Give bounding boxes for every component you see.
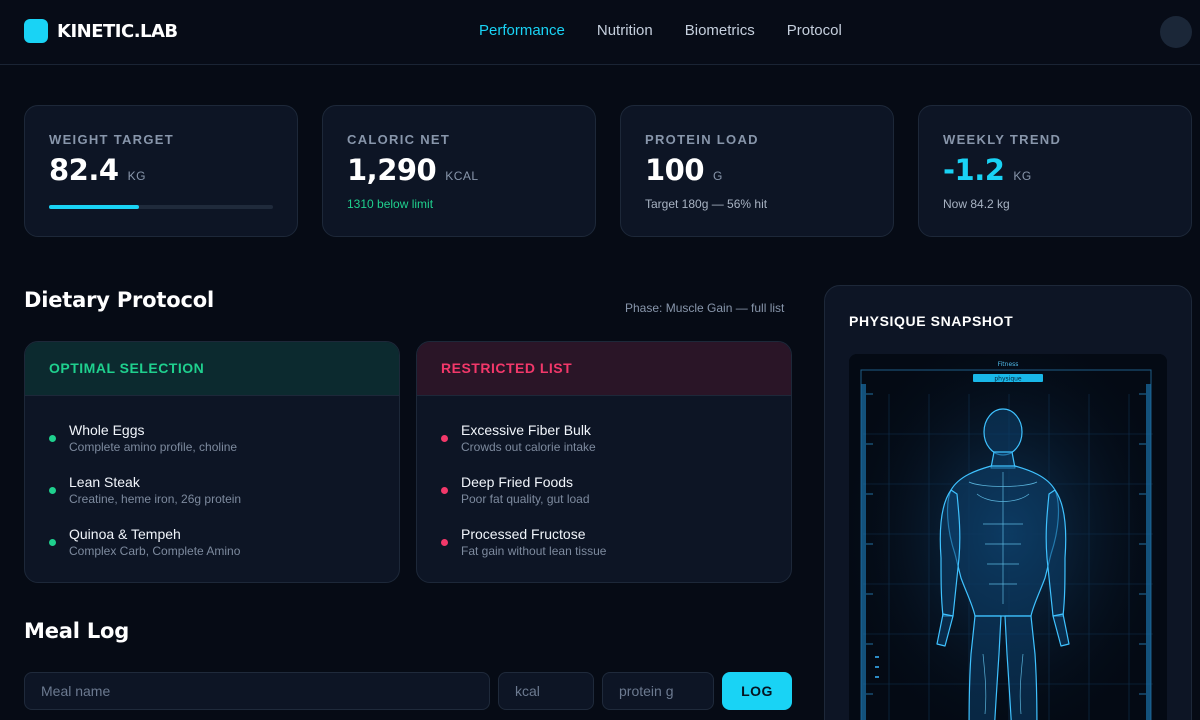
item-subtitle: Fat gain without lean tissue [461, 544, 607, 558]
item-title: Whole Eggs [69, 422, 145, 438]
green-dot-icon [49, 435, 56, 442]
nav-protocol[interactable]: Protocol [787, 22, 842, 39]
nav-biometrics[interactable]: Biometrics [685, 22, 755, 39]
brand-logo[interactable]: KINETIC.LAB [24, 19, 178, 43]
physique-snapshot-title: PHYSIQUE SNAPSHOT [849, 313, 1014, 329]
item-subtitle: Poor fat quality, gut load [461, 492, 590, 506]
kcal-input[interactable] [498, 672, 594, 710]
stat-card-weekly-trend: WEEKLY TREND -1.2 KG Now 84.2 kg [918, 105, 1192, 237]
log-meal-button[interactable]: LOG [722, 672, 792, 710]
item-title: Deep Fried Foods [461, 474, 574, 490]
top-bar: KINETIC.LAB Performance Nutrition Biomet… [0, 0, 1200, 65]
green-dot-icon [49, 487, 56, 494]
stat-label: WEEKLY TREND [943, 132, 1062, 147]
physique-scan-image: Fitness physique [849, 354, 1167, 720]
user-avatar[interactable] [1160, 16, 1192, 48]
protein-input[interactable] [602, 672, 714, 710]
brand-name: KINETIC.LAB [57, 20, 178, 42]
restricted-list-header: RESTRICTED LIST [417, 342, 791, 396]
item-subtitle: Complete amino profile, choline [69, 440, 238, 454]
scan-caption: Fitness [998, 361, 1019, 368]
stat-value: 1,290 [347, 153, 437, 187]
stat-subtext: Now 84.2 kg [943, 197, 1010, 211]
main-nav: Performance Nutrition Biometrics Protoco… [479, 22, 874, 39]
optimal-selection-header: OPTIMAL SELECTION [25, 342, 399, 396]
list-item: Lean Steak Creatine, heme iron, 26g prot… [49, 474, 375, 526]
list-item: Processed Fructose Fat gain without lean… [441, 526, 767, 578]
item-title: Processed Fructose [461, 526, 586, 542]
meal-log-title: Meal Log [24, 619, 130, 643]
stat-unit: G [713, 169, 723, 183]
stat-value: 100 [645, 153, 705, 187]
red-dot-icon [441, 539, 448, 546]
stat-subtext: Target 180g — 56% hit [645, 197, 768, 211]
list-item: Quinoa & Tempeh Complex Carb, Complete A… [49, 526, 375, 578]
stat-unit: KG [1013, 169, 1032, 183]
restricted-list-card: RESTRICTED LIST Excessive Fiber Bulk Cro… [416, 341, 792, 583]
item-title: Lean Steak [69, 474, 140, 490]
logo-icon [24, 19, 48, 43]
phase-note: Phase: Muscle Gain — full list [625, 301, 785, 315]
list-item: Whole Eggs Complete amino profile, choli… [49, 422, 375, 474]
stat-subtext: 1310 below limit [347, 197, 434, 211]
red-dot-icon [441, 435, 448, 442]
stat-label: CALORIC NET [347, 132, 451, 147]
stat-value: -1.2 [943, 153, 1005, 187]
stat-card-protein-load: PROTEIN LOAD 100 G Target 180g — 56% hit [620, 105, 894, 237]
item-subtitle: Creatine, heme iron, 26g protein [69, 492, 242, 506]
stat-unit: KG [127, 169, 146, 183]
stat-card-caloric-net: CALORIC NET 1,290 KCAL 1310 below limit [322, 105, 596, 237]
item-subtitle: Complex Carb, Complete Amino [69, 544, 241, 558]
item-title: Quinoa & Tempeh [69, 526, 181, 542]
nav-performance[interactable]: Performance [479, 22, 565, 39]
item-title: Excessive Fiber Bulk [461, 422, 591, 438]
scan-tag: physique [994, 376, 1022, 383]
weight-progress-bar [49, 205, 273, 209]
stat-card-weight-target: WEIGHT TARGET 82.4 KG [24, 105, 298, 237]
dietary-protocol-title: Dietary Protocol [24, 288, 214, 312]
stat-label: PROTEIN LOAD [645, 132, 759, 147]
stat-label: WEIGHT TARGET [49, 132, 174, 147]
body-scan-illustration: Fitness physique [849, 354, 1167, 720]
green-dot-icon [49, 539, 56, 546]
list-item: Excessive Fiber Bulk Crowds out calorie … [441, 422, 767, 474]
stat-unit: KCAL [445, 169, 479, 183]
physique-snapshot-panel: PHYSIQUE SNAPSHOT Fitness physique [824, 285, 1192, 720]
item-subtitle: Crowds out calorie intake [461, 440, 596, 454]
list-item: Deep Fried Foods Poor fat quality, gut l… [441, 474, 767, 526]
meal-name-input[interactable] [24, 672, 490, 710]
nav-nutrition[interactable]: Nutrition [597, 22, 653, 39]
red-dot-icon [441, 487, 448, 494]
optimal-selection-card: OPTIMAL SELECTION Whole Eggs Complete am… [24, 341, 400, 583]
weight-progress-fill [49, 205, 139, 209]
stat-value: 82.4 [49, 153, 119, 187]
